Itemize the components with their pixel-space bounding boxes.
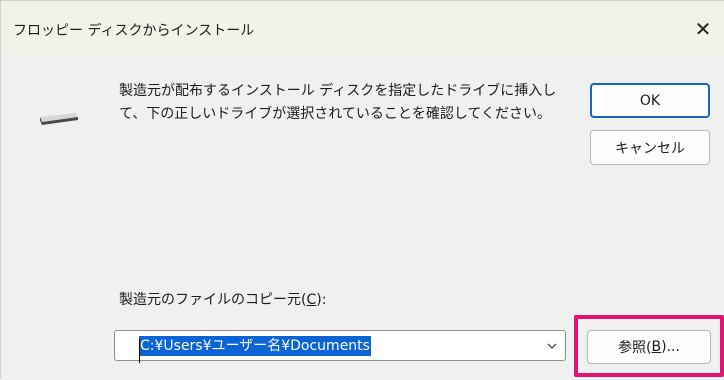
copy-from-access-key: C <box>306 292 317 308</box>
copy-from-label-prefix: 製造元のファイルのコピー元( <box>119 292 307 308</box>
copy-from-label-suffix: ): <box>316 292 327 308</box>
title-bar: フロッピー ディスクからインストール ✕ <box>1 1 724 56</box>
copy-from-combobox[interactable]: C:¥Users¥ユーザー名¥Documents <box>114 330 566 363</box>
dialog-body: 製造元が配布するインストール ディスクを指定したドライブに挿入して、下の正しいド… <box>1 56 724 380</box>
browse-button[interactable]: 参照(B)... <box>587 330 711 364</box>
close-button[interactable]: ✕ <box>681 1 724 56</box>
browse-label-suffix: )... <box>661 339 680 355</box>
copy-from-label: 製造元のファイルのコピー元(C): <box>119 289 326 309</box>
text-caret <box>139 339 140 363</box>
floppy-drive-icon <box>40 113 78 125</box>
browse-label-prefix: 参照( <box>618 340 652 356</box>
copy-from-path-text: C:¥Users¥ユーザー名¥Documents <box>140 338 370 354</box>
chevron-down-icon[interactable] <box>546 340 558 352</box>
browse-access-key: B <box>651 339 662 355</box>
install-from-disk-dialog: フロッピー ディスクからインストール ✕ 製造元が配布するインストール ディスク… <box>0 0 724 380</box>
window-title: フロッピー ディスクからインストール <box>13 23 255 39</box>
cancel-button[interactable]: キャンセル <box>590 130 710 165</box>
close-icon: ✕ <box>694 16 712 41</box>
ok-button[interactable]: OK <box>590 83 710 118</box>
instruction-text: 製造元が配布するインストール ディスクを指定したドライブに挿入して、下の正しいド… <box>119 83 557 122</box>
copy-from-path-value[interactable]: C:¥Users¥ユーザー名¥Documents <box>139 336 371 363</box>
